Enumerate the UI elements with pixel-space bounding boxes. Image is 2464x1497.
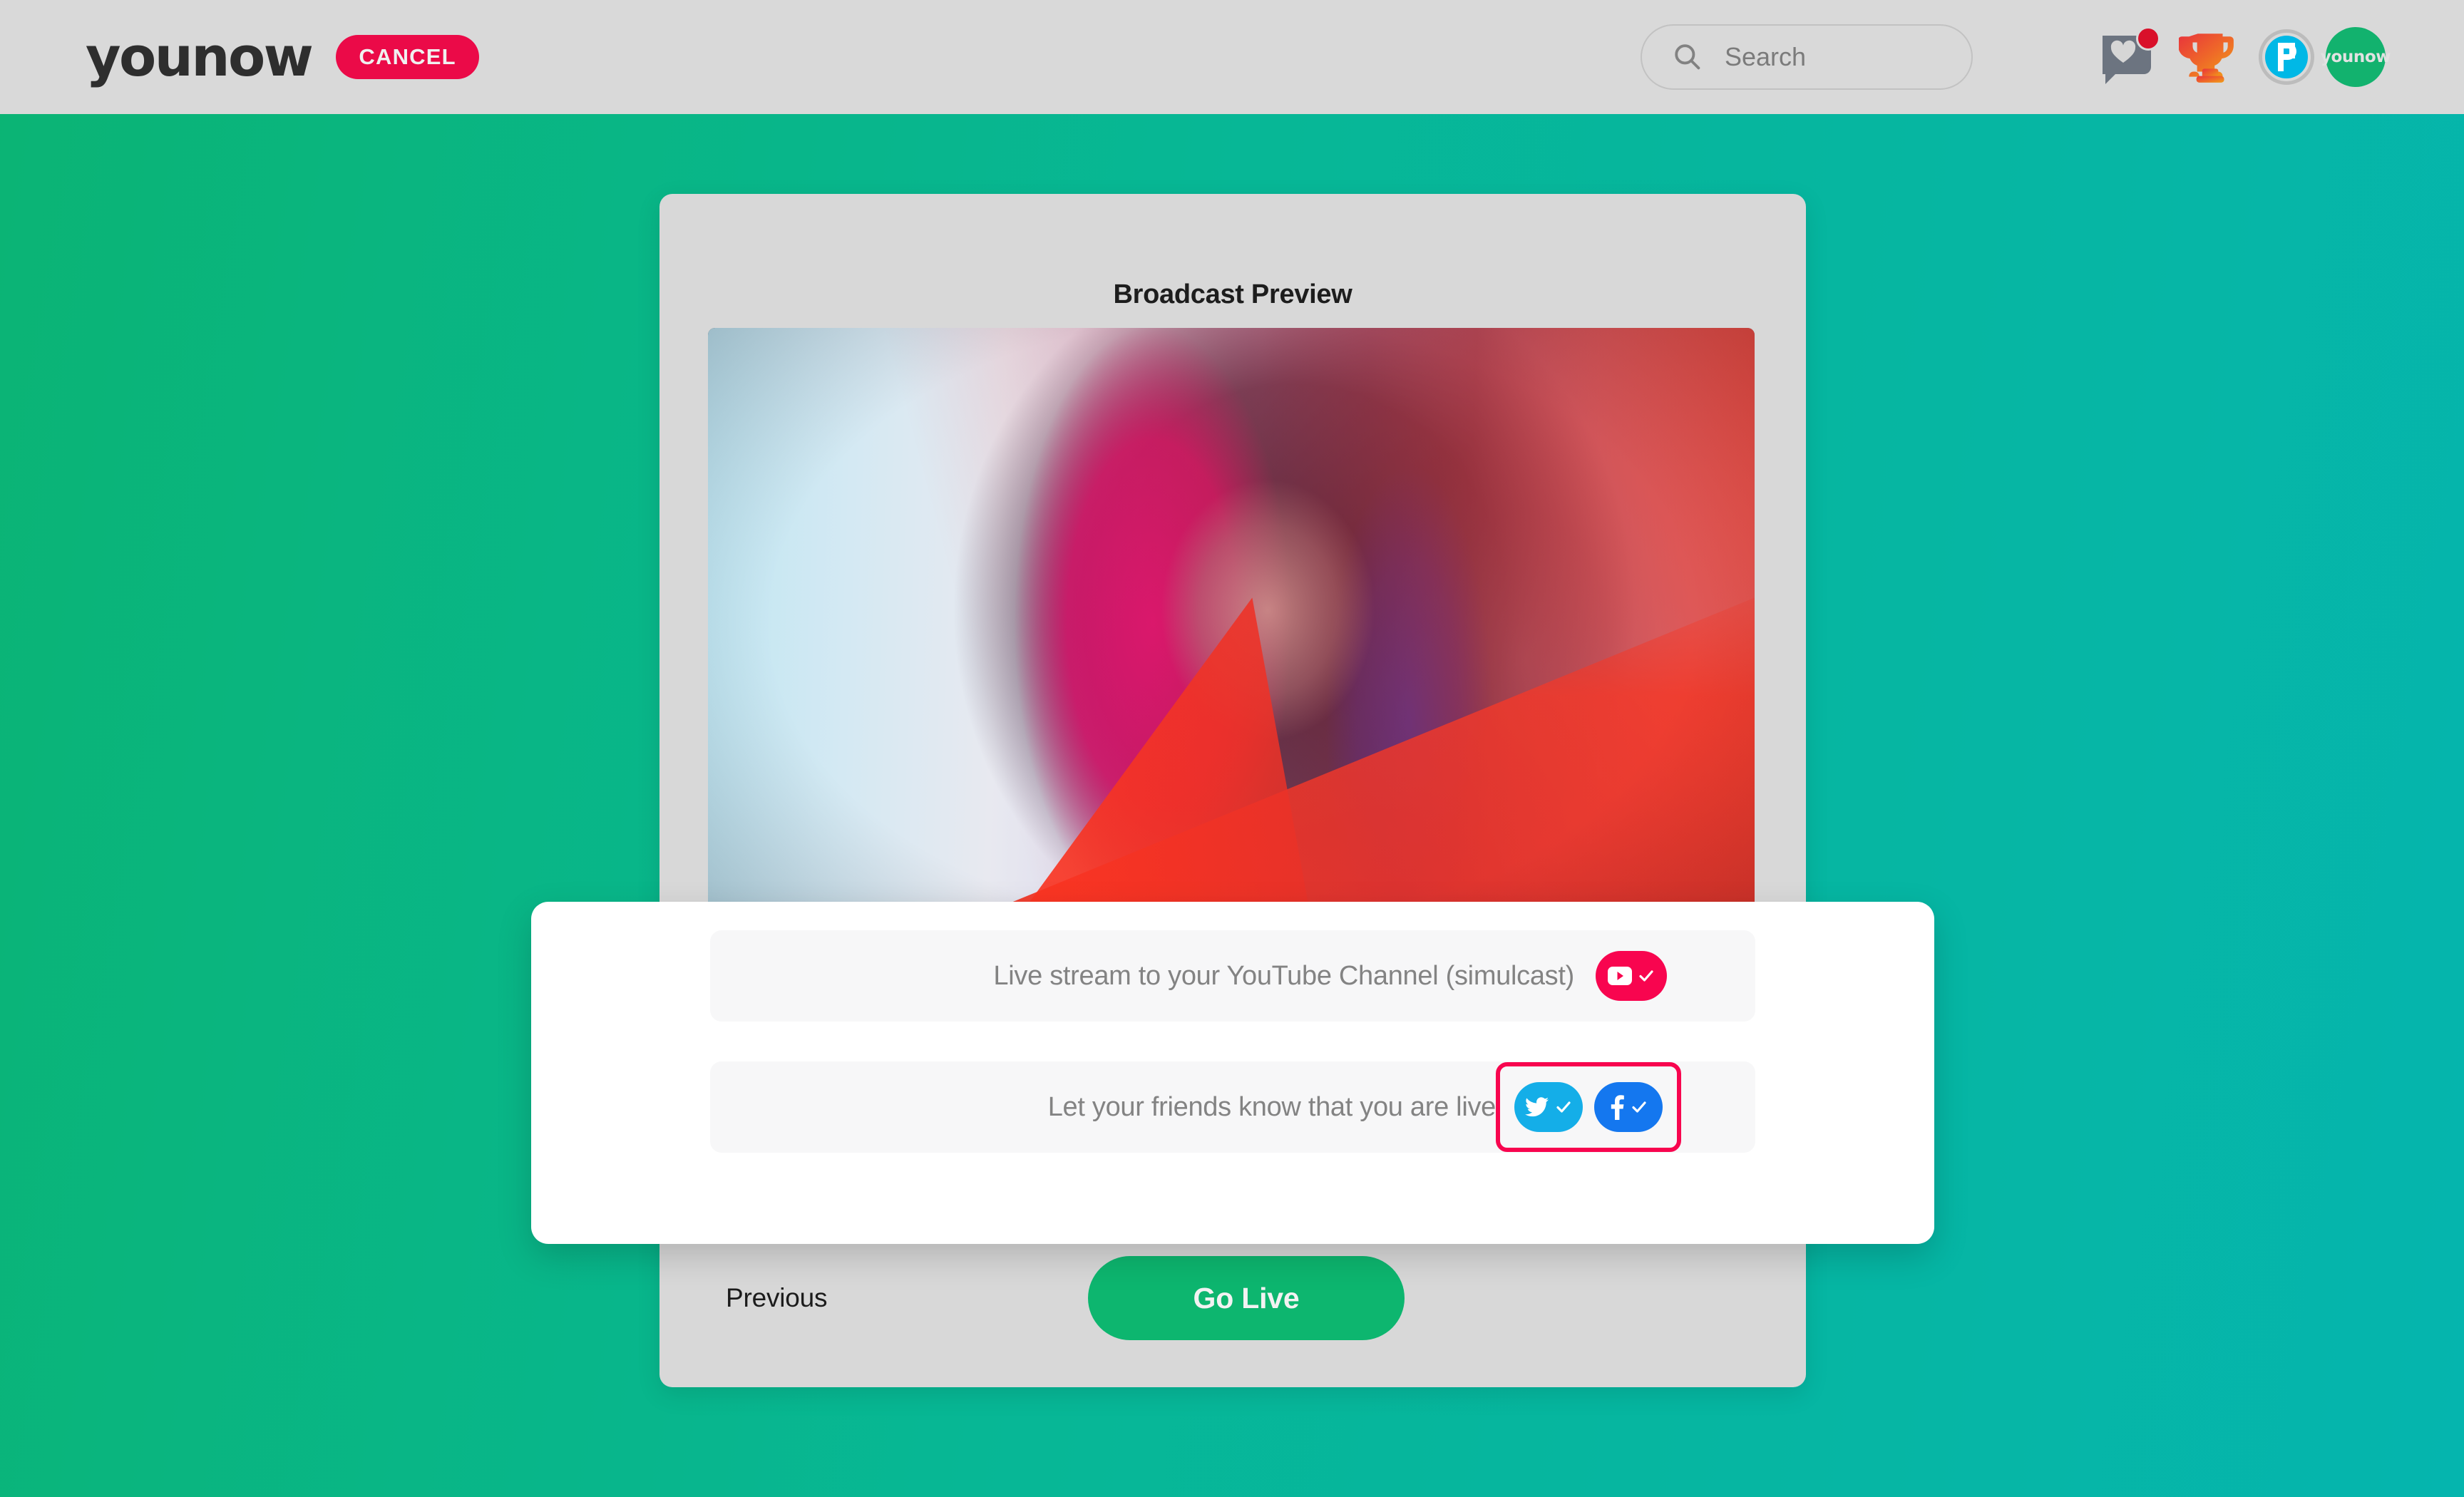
app-root: younow CANCEL Search younow Broadcast Pr… xyxy=(0,0,2464,1497)
check-icon xyxy=(1632,1101,1646,1113)
youtube-toggle[interactable] xyxy=(1596,951,1667,1001)
simulcast-label: Live stream to your YouTube Channel (sim… xyxy=(993,961,1574,991)
youtube-icon xyxy=(1608,967,1632,985)
brand-block: younow CANCEL xyxy=(86,30,479,84)
social-toggles-highlight xyxy=(1496,1062,1681,1152)
notification-badge xyxy=(2136,26,2160,51)
twitter-icon xyxy=(1525,1097,1549,1117)
facebook-toggle[interactable] xyxy=(1594,1082,1663,1132)
go-live-button[interactable]: Go Live xyxy=(1088,1256,1405,1340)
social-share-label: Let your friends know that you are live xyxy=(1047,1092,1497,1122)
top-navigation-bar: younow CANCEL Search younow xyxy=(0,0,2464,114)
avatar[interactable]: younow xyxy=(2321,27,2391,87)
check-icon xyxy=(1639,970,1653,982)
broadcast-preview-video[interactable] xyxy=(708,328,1755,941)
search-placeholder: Search xyxy=(1725,42,1807,71)
twitter-toggle[interactable] xyxy=(1514,1082,1583,1132)
page-title: Broadcast Preview xyxy=(1113,279,1352,309)
notifications-button[interactable] xyxy=(2090,18,2169,96)
younow-logo[interactable]: younow xyxy=(86,30,314,84)
topbar-right-group: Search younow xyxy=(1641,0,2391,114)
share-options-modal: Live stream to your YouTube Channel (sim… xyxy=(531,902,1934,1244)
preview-vignette-layer xyxy=(708,328,1755,941)
props-ring xyxy=(2259,29,2314,85)
search-input[interactable]: Search xyxy=(1641,24,1973,90)
leaderboard-button[interactable] xyxy=(2169,18,2247,96)
props-button[interactable] xyxy=(2247,18,2326,96)
simulcast-controls xyxy=(1596,951,1667,1001)
facebook-icon xyxy=(1611,1095,1624,1120)
option-row-social-share: Let your friends know that you are live xyxy=(710,1061,1755,1153)
option-row-simulcast: Live stream to your YouTube Channel (sim… xyxy=(710,930,1755,1022)
trophy-icon xyxy=(2179,34,2234,83)
search-icon xyxy=(1675,44,1700,70)
previous-button[interactable]: Previous xyxy=(726,1283,828,1313)
check-icon xyxy=(1556,1101,1571,1113)
props-icon xyxy=(2265,36,2308,78)
cancel-button[interactable]: CANCEL xyxy=(336,35,479,79)
